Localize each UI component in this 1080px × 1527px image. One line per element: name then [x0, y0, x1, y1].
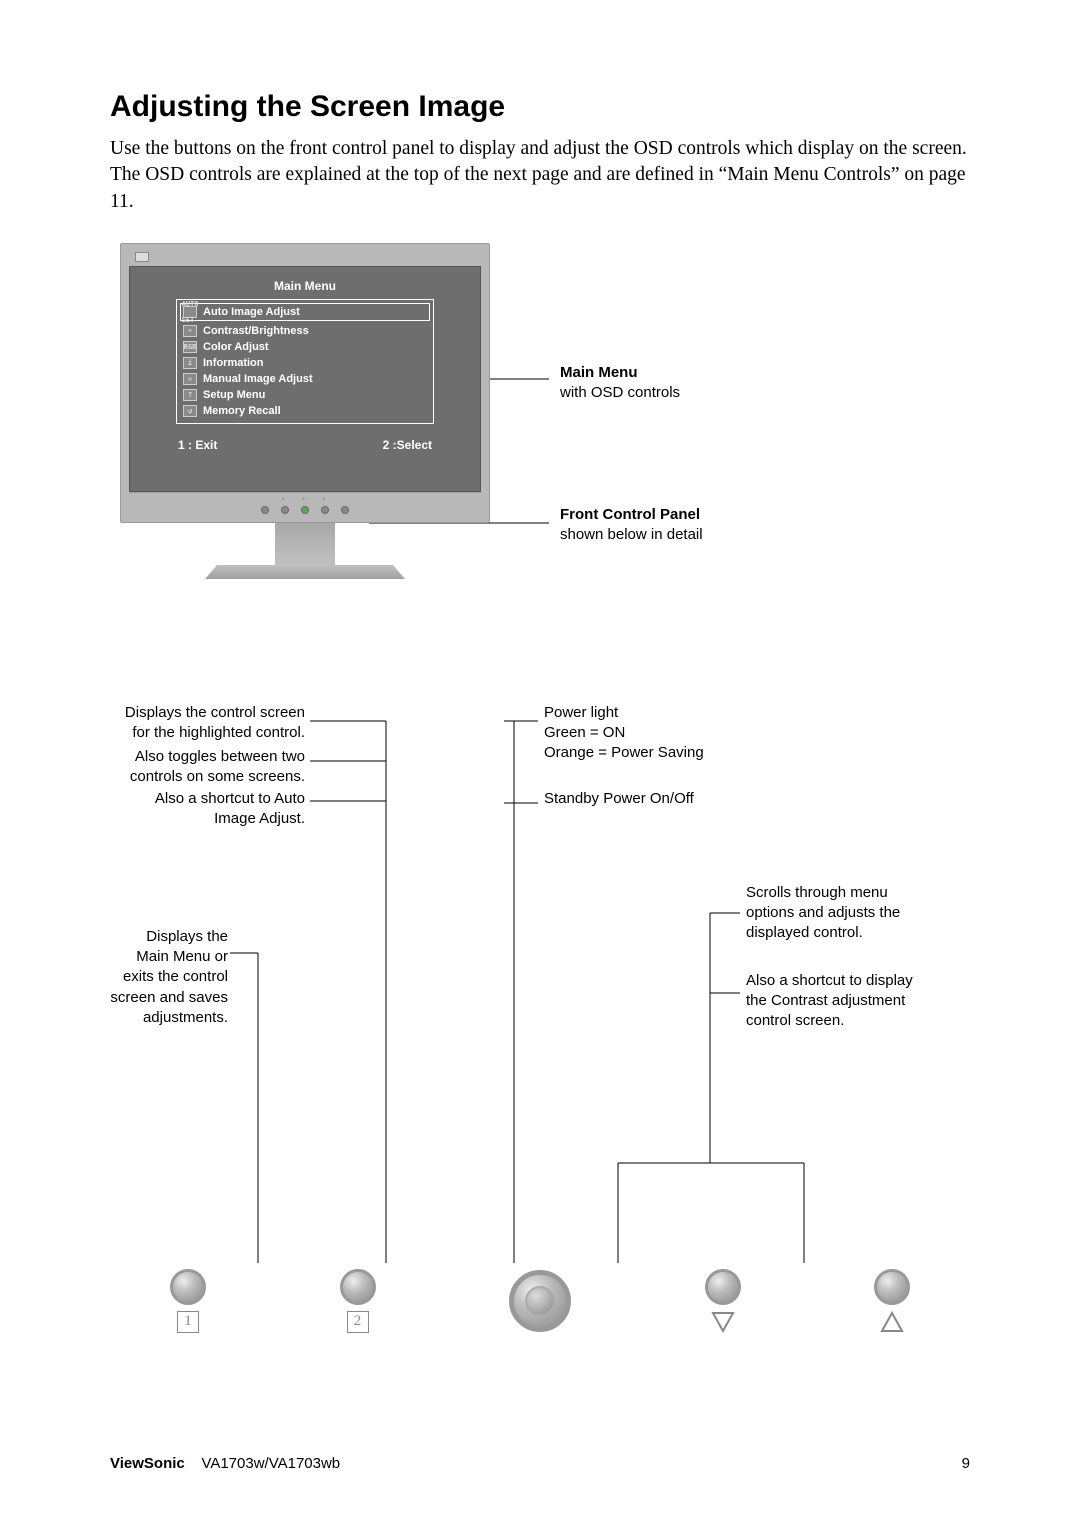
- info-icon: i: [183, 357, 197, 369]
- osd-footer-exit: 1 : Exit: [178, 438, 217, 452]
- osd-item-contrast-brightness: ☀ Contrast/Brightness: [183, 323, 427, 339]
- triangle-up-icon: [880, 1311, 904, 1333]
- button-1-disc: [170, 1269, 206, 1305]
- up-button: [874, 1269, 910, 1333]
- monitor-figure: Main Menu AUTO SET Auto Image Adjust ☀ C…: [120, 243, 970, 613]
- arrows-annotation-b: Also a shortcut to display the Contrast …: [746, 971, 916, 1032]
- recall-icon: ↺: [183, 405, 197, 417]
- triangle-down-icon: [711, 1311, 735, 1333]
- standby-annotation: Standby Power On/Off: [544, 789, 704, 809]
- callout-heading: Main Menu: [560, 363, 680, 383]
- osd-footer: 1 : Exit 2 :Select: [176, 438, 434, 452]
- power-button-disc: [509, 1270, 571, 1332]
- osd-item-label: Information: [203, 355, 264, 371]
- osd-item-memory-recall: ↺ Memory Recall: [183, 403, 427, 419]
- osd-item-label: Memory Recall: [203, 403, 281, 419]
- down-button: [705, 1269, 741, 1333]
- osd-item-label: Setup Menu: [203, 387, 265, 403]
- footer-page-number: 9: [962, 1455, 970, 1472]
- btn2-annotation-c: Also a shortcut to Auto Image Adjust.: [110, 789, 305, 830]
- logo-placeholder: [135, 252, 149, 262]
- button-2-label: 2: [347, 1311, 369, 1333]
- monitor-chin: • • •: [129, 492, 481, 522]
- osd-item-label: Color Adjust: [203, 339, 269, 355]
- auto-set-icon: AUTO SET: [183, 306, 197, 318]
- osd-item-label: Contrast/Brightness: [203, 323, 309, 339]
- power-button: [509, 1270, 571, 1332]
- osd-title: Main Menu: [176, 279, 434, 293]
- rgb-icon: RGB: [183, 341, 197, 353]
- up-button-disc: [874, 1269, 910, 1305]
- osd-footer-select: 2 :Select: [383, 438, 432, 452]
- callout-heading: Front Control Panel: [560, 505, 703, 525]
- btn2-annotation-b: Also toggles between two controls on som…: [110, 747, 305, 788]
- monitor-stand-base: [205, 565, 405, 579]
- monitor-screen: Main Menu AUTO SET Auto Image Adjust ☀ C…: [129, 266, 481, 492]
- footer-model: VA1703w/VA1703wb: [201, 1455, 340, 1472]
- button-2-disc: [340, 1269, 376, 1305]
- callout-sub: shown below in detail: [560, 525, 703, 545]
- monitor-stand-neck: [275, 523, 335, 565]
- manual-adjust-icon: ✣: [183, 373, 197, 385]
- page-footer: ViewSonic VA1703w/VA1703wb 9: [110, 1455, 970, 1472]
- power-light-annotation: Power light Green = ON Orange = Power Sa…: [544, 703, 764, 764]
- osd-item-label: Auto Image Adjust: [203, 304, 300, 320]
- front-panel-buttons: [129, 506, 481, 514]
- btn2-annotation-a: Displays the control screen for the high…: [110, 703, 305, 744]
- footer-brand: ViewSonic: [110, 1455, 185, 1472]
- arrows-annotation-a: Scrolls through menu options and adjusts…: [746, 883, 916, 944]
- osd-item-setup-menu: ? Setup Menu: [183, 387, 427, 403]
- osd-menu-box: AUTO SET Auto Image Adjust ☀ Contrast/Br…: [176, 299, 434, 424]
- intro-text: Use the buttons on the front control pan…: [110, 136, 970, 215]
- question-icon: ?: [183, 389, 197, 401]
- down-button-disc: [705, 1269, 741, 1305]
- osd-item-information: i Information: [183, 355, 427, 371]
- btn1-annotation: Displays the Main Menu or exits the cont…: [110, 927, 228, 1028]
- page-title: Adjusting the Screen Image: [110, 90, 970, 124]
- button-2: 2: [340, 1269, 376, 1333]
- main-menu-callout: Main Menu with OSD controls: [560, 363, 680, 404]
- button-1: 1: [170, 1269, 206, 1333]
- brightness-icon: ☀: [183, 325, 197, 337]
- osd-item-auto-image-adjust: AUTO SET Auto Image Adjust: [180, 303, 430, 321]
- callout-sub: with OSD controls: [560, 383, 680, 403]
- osd-item-manual-image-adjust: ✣ Manual Image Adjust: [183, 371, 427, 387]
- button-detail-figure: Displays the control screen for the high…: [110, 703, 970, 1333]
- osd-item-label: Manual Image Adjust: [203, 371, 313, 387]
- osd-item-color-adjust: RGB Color Adjust: [183, 339, 427, 355]
- button-1-label: 1: [177, 1311, 199, 1333]
- front-panel-callout: Front Control Panel shown below in detai…: [560, 505, 703, 546]
